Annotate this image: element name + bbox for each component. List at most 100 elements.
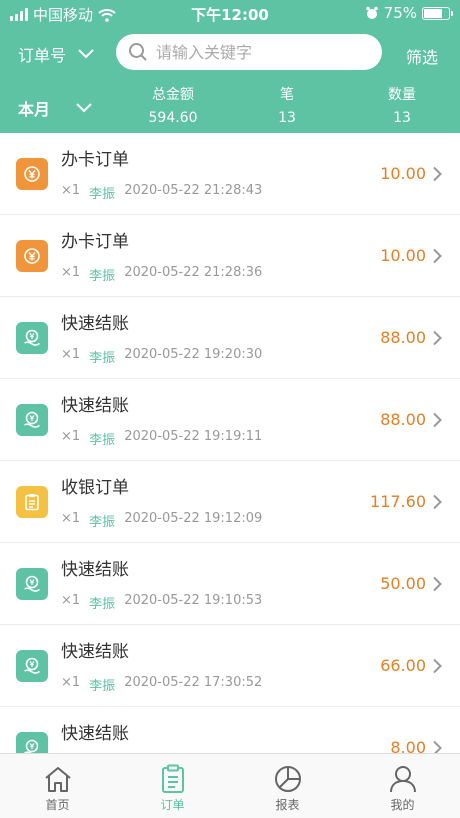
tab-orders[interactable]: 订单 [115,754,230,818]
order-meta: ×1 李振 2020-05-22 19:12:09 [61,511,262,530]
order-title: 办卡订单 [61,232,129,252]
order-quantity: ×1 [61,593,81,608]
quick-checkout-icon [16,322,48,354]
chevron-right-icon [433,412,442,428]
order-amount: 88.00 [380,328,426,347]
order-operator: 李振 [89,433,116,448]
order-amount: 88.00 [380,410,426,429]
search-box[interactable] [116,34,382,70]
search-input[interactable] [156,42,356,62]
order-title: 收银订单 [61,478,129,498]
pie-chart-icon [274,766,301,792]
tab-bar: 首页 订单 报表 我的 [0,753,460,818]
order-time: 2020-05-22 17:30:52 [124,675,263,690]
stat-value: 594.60 [148,110,198,126]
order-title: 快速结账 [61,642,129,662]
period-label: 本月 [18,100,51,119]
filter-button[interactable]: 筛选 [406,44,438,68]
order-title: 快速结账 [61,560,129,580]
chevron-right-icon [433,494,442,510]
order-row[interactable]: 快速结账 ×1 李振 2020-05-22 19:10:53 50.00 [0,543,460,625]
tab-reports[interactable]: 报表 [230,754,345,818]
order-amount: 10.00 [380,246,426,265]
card-order-icon [16,240,48,272]
chevron-right-icon [433,658,442,674]
order-quantity: ×1 [61,511,81,526]
tab-profile[interactable]: 我的 [345,754,460,818]
order-meta: ×1 李振 2020-05-22 19:20:30 [61,347,262,366]
order-operator: 李振 [89,187,116,202]
order-meta: ×1 李振 2020-05-22 21:28:36 [61,265,262,284]
quick-checkout-icon [16,568,48,600]
chevron-right-icon [433,166,442,182]
stat-label: 笔 [280,87,294,103]
order-time: 2020-05-22 19:12:09 [124,511,263,526]
order-quantity: ×1 [61,265,81,280]
stat-quantity: 数量 13 [357,84,447,126]
order-amount: 8.00 [390,738,426,753]
user-icon [389,766,416,793]
order-time: 2020-05-22 19:10:53 [124,593,263,608]
home-icon [44,767,71,792]
tab-label: 订单 [160,798,185,812]
chevron-down-icon [78,49,94,59]
order-operator: 李振 [89,597,116,612]
chevron-right-icon [433,248,442,264]
stat-count: 笔 13 [242,84,332,126]
order-amount: 66.00 [380,656,426,675]
order-time: 2020-05-22 21:28:36 [124,265,263,280]
order-title: 办卡订单 [61,150,129,170]
order-time: 2020-05-22 19:20:30 [124,347,263,362]
period-selector[interactable]: 本月 [18,96,92,120]
order-amount: 117.60 [370,492,426,511]
order-operator: 李振 [89,515,116,530]
clipboard-icon [161,764,184,793]
order-row[interactable]: 办卡订单 ×1 李振 2020-05-22 21:28:43 10.00 [0,133,460,215]
order-title: 快速结账 [61,724,129,744]
order-meta: ×1 李振 2020-05-22 19:19:11 [61,429,262,448]
quick-checkout-icon [16,404,48,436]
order-quantity: ×1 [61,347,81,362]
tab-label: 我的 [390,798,415,812]
order-quantity: ×1 [61,183,81,198]
card-order-icon [16,158,48,190]
order-operator: 李振 [89,679,116,694]
order-operator: 李振 [89,351,116,366]
order-row[interactable]: 快速结账 ×1 李振 2020-05-22 19:20:30 88.00 [0,297,460,379]
order-row[interactable]: 快速结账 8.00 [0,707,460,753]
order-title: 快速结账 [61,314,129,334]
stat-label: 数量 [388,87,416,103]
chevron-down-icon [76,103,92,113]
order-time: 2020-05-22 21:28:43 [124,183,263,198]
quick-checkout-icon [16,650,48,682]
cashier-order-icon [16,486,48,518]
search-icon [129,43,147,61]
order-title: 快速结账 [61,396,129,416]
order-meta: ×1 李振 2020-05-22 17:30:52 [61,675,262,694]
order-time: 2020-05-22 19:19:11 [124,429,263,444]
order-row[interactable]: 快速结账 ×1 李振 2020-05-22 19:19:11 88.00 [0,379,460,461]
stat-value: 13 [278,110,296,126]
order-amount: 10.00 [380,164,426,183]
order-meta: ×1 李振 2020-05-22 19:10:53 [61,593,262,612]
stat-label: 总金额 [152,87,194,103]
order-operator: 李振 [89,269,116,284]
order-row[interactable]: 收银订单 ×1 李振 2020-05-22 19:12:09 117.60 [0,461,460,543]
order-quantity: ×1 [61,429,81,444]
tab-label: 报表 [275,798,300,812]
order-quantity: ×1 [61,675,81,690]
order-type-label: 订单号 [18,46,67,65]
chevron-right-icon [433,576,442,592]
order-list: 办卡订单 ×1 李振 2020-05-22 21:28:43 10.00 办卡订单 ×1 李振… [0,133,460,753]
quick-checkout-icon [16,732,48,753]
order-type-selector[interactable]: 订单号 [18,42,94,66]
stat-value: 13 [393,110,411,126]
order-row[interactable]: 快速结账 ×1 李振 2020-05-22 17:30:52 66.00 [0,625,460,707]
chevron-right-icon [433,740,442,753]
tab-home[interactable]: 首页 [0,754,115,818]
stat-total-amount: 总金额 594.60 [128,84,218,126]
order-row[interactable]: 办卡订单 ×1 李振 2020-05-22 21:28:36 10.00 [0,215,460,297]
order-amount: 50.00 [380,574,426,593]
status-bar: 中国移动 下午12:00 75% [0,0,460,26]
chevron-right-icon [433,330,442,346]
